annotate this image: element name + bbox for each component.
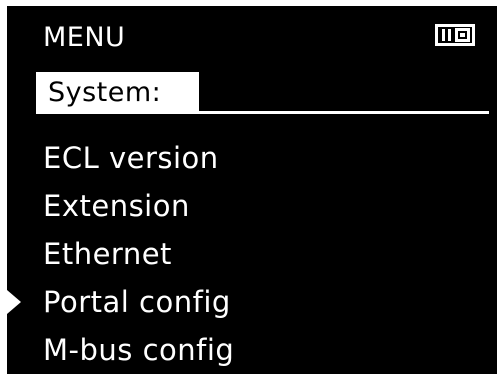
display-mode-icon: [435, 24, 475, 46]
lcd-screen: MENU System: ECL version Extension Ether…: [7, 6, 497, 374]
menu-item-label: Portal config: [43, 285, 231, 319]
section-tab-system: System:: [36, 72, 199, 114]
menu-item-label: M-bus config: [43, 333, 235, 367]
menu-item-portal-config[interactable]: Portal config: [7, 278, 497, 326]
menu-item-ethernet[interactable]: Ethernet: [7, 230, 497, 278]
section-divider: [199, 111, 489, 114]
menu-item-label: ECL version: [43, 141, 219, 175]
menu-item-extension[interactable]: Extension: [7, 182, 497, 230]
menu-title: MENU: [43, 22, 126, 53]
menu-item-label: Extension: [43, 189, 190, 223]
menu-item-ecl-version[interactable]: ECL version: [7, 134, 497, 182]
selection-pointer-icon: [7, 290, 21, 314]
menu-list: ECL version Extension Ethernet Portal co…: [7, 134, 497, 374]
menu-item-label: Ethernet: [43, 237, 172, 271]
menu-item-m-bus-config[interactable]: M-bus config: [7, 326, 497, 374]
